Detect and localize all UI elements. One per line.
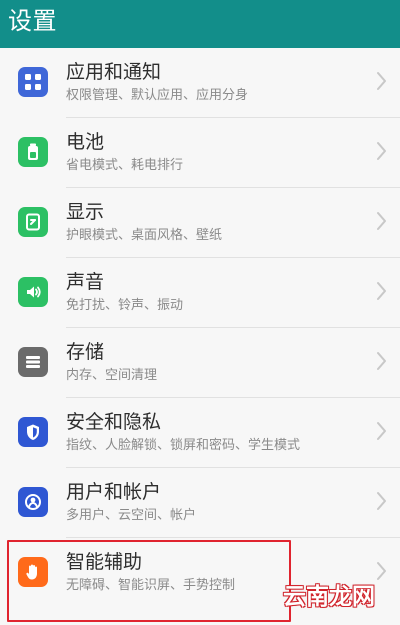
page-title: 设置 (8, 7, 57, 35)
settings-item-apps[interactable]: 应用和通知 权限管理、默认应用、应用分身 (0, 48, 400, 118)
battery-icon (18, 137, 48, 167)
settings-item-description: 指纹、人脸解锁、锁屏和密码、学生模式 (66, 438, 301, 453)
storage-icon (18, 347, 48, 377)
chevron-right-icon (375, 420, 389, 442)
settings-screen: 设置 应用和通知 权限管理、默认应用、应用分身 电池 省电模式、耗电排行 显示 … (0, 0, 400, 625)
shield-icon (18, 417, 48, 447)
settings-item-display[interactable]: 显示 护眼模式、桌面风格、壁纸 (0, 188, 400, 258)
settings-item-description: 无障碍、智能识屏、手势控制 (66, 578, 236, 593)
chevron-right-icon (375, 560, 389, 582)
settings-item-description: 免打扰、铃声、振动 (66, 298, 184, 313)
chevron-right-icon (375, 70, 389, 92)
settings-item-user-account[interactable]: 用户和帐户 多用户、云空间、帐户 (0, 468, 400, 538)
settings-item-label: 电池 (66, 131, 105, 153)
settings-item-label: 用户和帐户 (66, 481, 162, 503)
settings-list: 应用和通知 权限管理、默认应用、应用分身 电池 省电模式、耗电排行 显示 护眼模… (0, 48, 400, 625)
settings-item-security[interactable]: 安全和隐私 指纹、人脸解锁、锁屏和密码、学生模式 (0, 398, 400, 468)
chevron-right-icon (375, 490, 389, 512)
apps-icon (18, 67, 48, 97)
display-icon (18, 207, 48, 237)
settings-item-description: 内存、空间清理 (66, 368, 158, 383)
settings-item-storage[interactable]: 存储 内存、空间清理 (0, 328, 400, 398)
settings-item-label: 应用和通知 (66, 61, 162, 83)
chevron-right-icon (375, 140, 389, 162)
hand-icon (18, 557, 48, 587)
watermark: 云南龙网 (283, 584, 375, 610)
chevron-right-icon (375, 210, 389, 232)
settings-item-description: 权限管理、默认应用、应用分身 (66, 88, 249, 103)
user-icon (18, 487, 48, 517)
top-app-bar: 设置 (0, 0, 400, 48)
settings-item-sound[interactable]: 声音 免打扰、铃声、振动 (0, 258, 400, 328)
settings-item-label: 智能辅助 (66, 551, 143, 573)
settings-item-description: 省电模式、耗电排行 (66, 158, 184, 173)
settings-item-label: 声音 (66, 271, 105, 293)
settings-item-battery[interactable]: 电池 省电模式、耗电排行 (0, 118, 400, 188)
settings-item-description: 护眼模式、桌面风格、壁纸 (66, 228, 223, 243)
chevron-right-icon (375, 350, 389, 372)
settings-item-label: 存储 (66, 341, 105, 363)
settings-item-description: 多用户、云空间、帐户 (66, 508, 197, 523)
chevron-right-icon (375, 280, 389, 302)
sound-icon (18, 277, 48, 307)
settings-item-label: 安全和隐私 (66, 411, 162, 433)
settings-item-label: 显示 (66, 201, 105, 223)
